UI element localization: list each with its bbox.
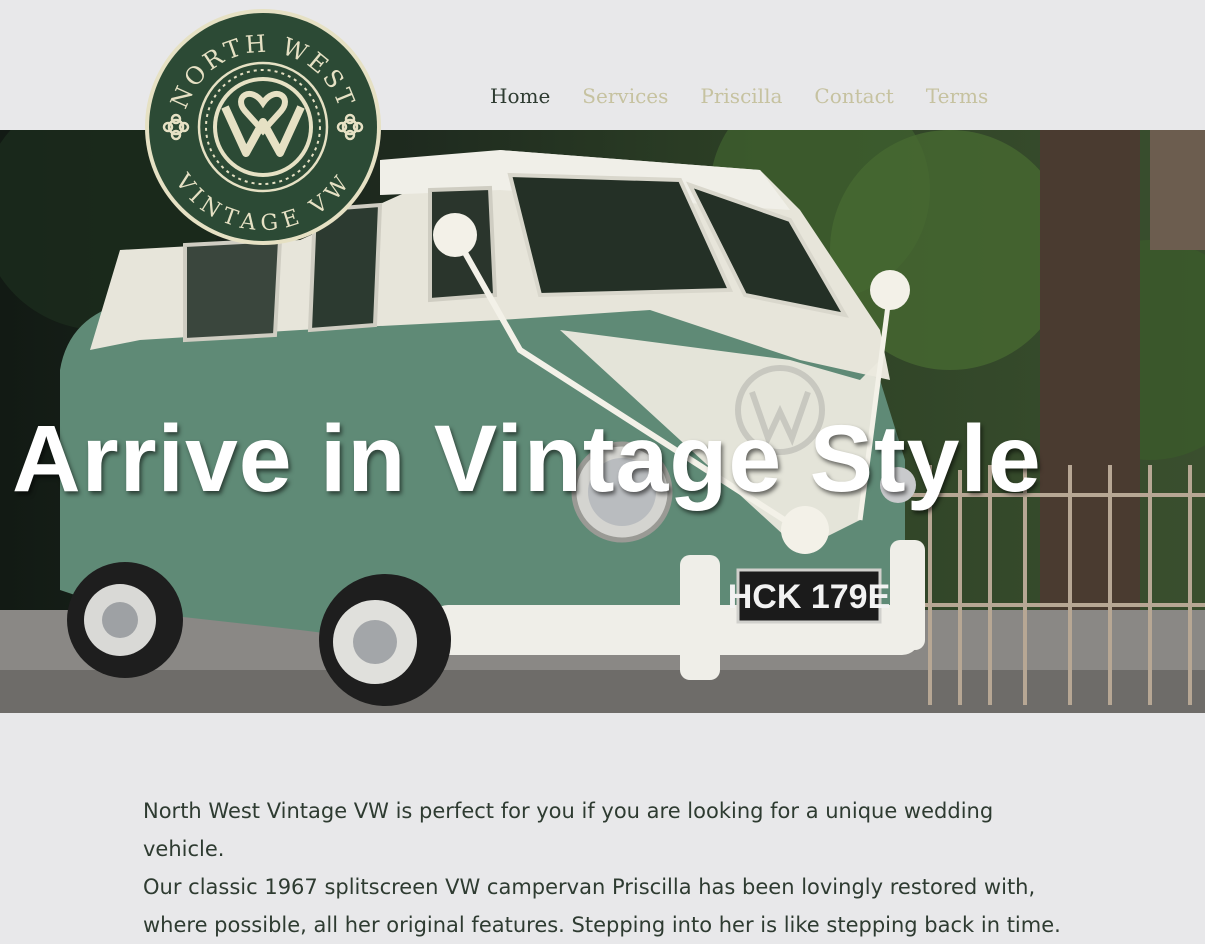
nav-item-priscilla[interactable]: Priscilla [700,84,782,108]
site-logo[interactable]: NORTH WEST VINTAGE VW [143,7,383,247]
nav-item-services[interactable]: Services [582,84,668,108]
intro-section: North West Vintage VW is perfect for you… [143,792,1063,944]
nav-item-terms[interactable]: Terms [926,84,988,108]
hero-title: Arrive in Vintage Style [12,405,1042,512]
intro-line-2: Our classic 1967 splitscreen VW camperva… [143,875,1036,899]
intro-line-3: where possible, all her original feature… [143,913,1061,937]
nav-item-contact[interactable]: Contact [814,84,893,108]
nav-item-home[interactable]: Home [490,84,550,108]
logo-badge: NORTH WEST VINTAGE VW [145,9,381,245]
intro-line-1: North West Vintage VW is perfect for you… [143,799,994,861]
main-nav: Home Services Priscilla Contact Terms [490,84,988,108]
number-plate: HCK 179E [728,578,891,616]
